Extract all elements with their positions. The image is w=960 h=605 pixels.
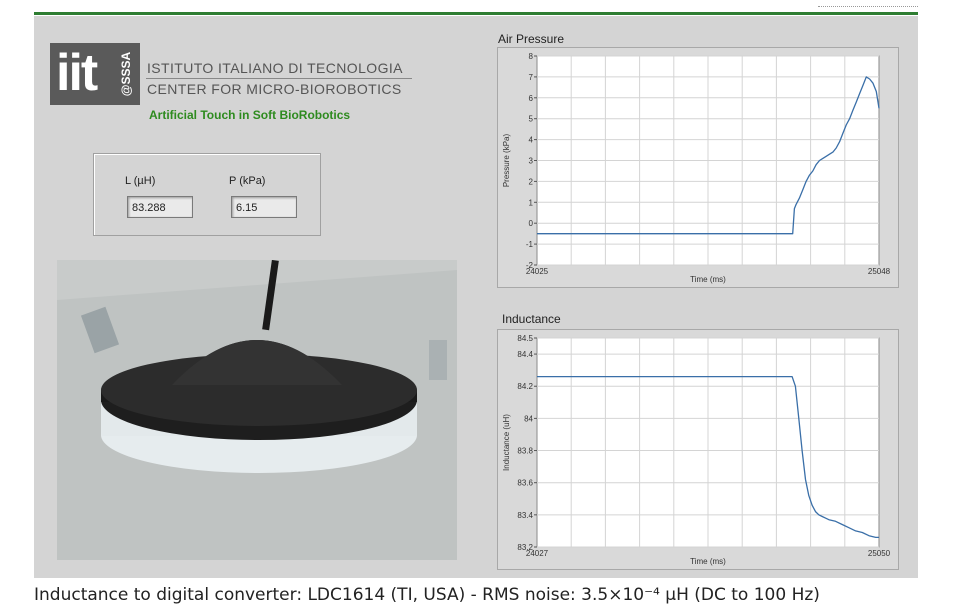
signature-mark [818, 0, 918, 7]
inductance-y-tick-label: 84.5 [517, 334, 533, 343]
top-divider [34, 12, 918, 15]
org-name: ISTITUTO ITALIANO DI TECNOLOGIA [147, 60, 403, 76]
sensor-illustration [57, 260, 457, 560]
inductance-y-axis-label: Inductance (uH) [502, 414, 511, 471]
org-divider [146, 78, 412, 79]
pressure-y-tick-label: 4 [529, 136, 534, 145]
org-tagline: Artificial Touch in Soft BioRobotics [149, 108, 351, 122]
logo-affiliation-text: @SSSA [119, 51, 134, 97]
inductance-chart: 83.283.483.683.88484.284.484.524027 25050… [497, 329, 899, 570]
readout-panel: L (µH) 83.288 P (kPa) 6.15 [93, 153, 321, 236]
inductance-chart-title: Inductance [502, 312, 561, 326]
inductance-indicator: 83.288 [127, 196, 193, 218]
inductance-label: L (µH) [125, 175, 156, 187]
pressure-y-tick-label: -1 [526, 240, 534, 249]
iit-logo: iit @SSSA [50, 43, 140, 105]
inductance-y-tick-label: 84.2 [517, 382, 533, 391]
caption: Inductance to digital converter: LDC1614… [34, 585, 820, 605]
pressure-y-axis-label: Pressure (kPa) [502, 133, 511, 187]
pressure-y-tick-label: 5 [529, 115, 534, 124]
pressure-y-tick-label: 6 [529, 94, 534, 103]
inductance-y-tick-label: 83.6 [517, 479, 533, 488]
inductance-x-axis-label: Time (ms) [690, 557, 726, 566]
inductance-y-tick-label: 83.8 [517, 447, 533, 456]
pressure-chart-title: Air Pressure [498, 32, 565, 46]
inductance-x-tick-label: 24027 [526, 549, 549, 558]
pressure-x-tick-label: 24025 [526, 267, 549, 276]
pressure-y-tick-label: 2 [529, 177, 534, 186]
pressure-x-tick-label: 25048 [868, 267, 891, 276]
inductance-y-tick-label: 83.4 [517, 511, 533, 520]
pressure-x-axis-label: Time (ms) [690, 275, 726, 284]
pressure-y-tick-label: 3 [529, 157, 534, 166]
pressure-y-tick-label: 8 [529, 52, 534, 61]
logo-affiliation: @SSSA [119, 47, 138, 101]
pressure-chart: -2-101234567824025 25048Time (ms)Pressure… [497, 47, 899, 288]
pressure-y-tick-label: 1 [529, 198, 534, 207]
inductance-x-tick-label: 25050 [868, 549, 891, 558]
inductance-y-tick-label: 84.4 [517, 350, 533, 359]
pressure-label: P (kPa) [229, 175, 266, 187]
pressure-indicator: 6.15 [231, 196, 297, 218]
logo-mark: iit [56, 44, 98, 102]
pressure-y-tick-label: 7 [529, 73, 534, 82]
inductance-y-tick-label: 84 [524, 414, 533, 423]
org-center: CENTER FOR MICRO-BIOROBOTICS [147, 81, 402, 97]
pressure-y-tick-label: 0 [529, 219, 534, 228]
sensor-photo [57, 260, 457, 560]
